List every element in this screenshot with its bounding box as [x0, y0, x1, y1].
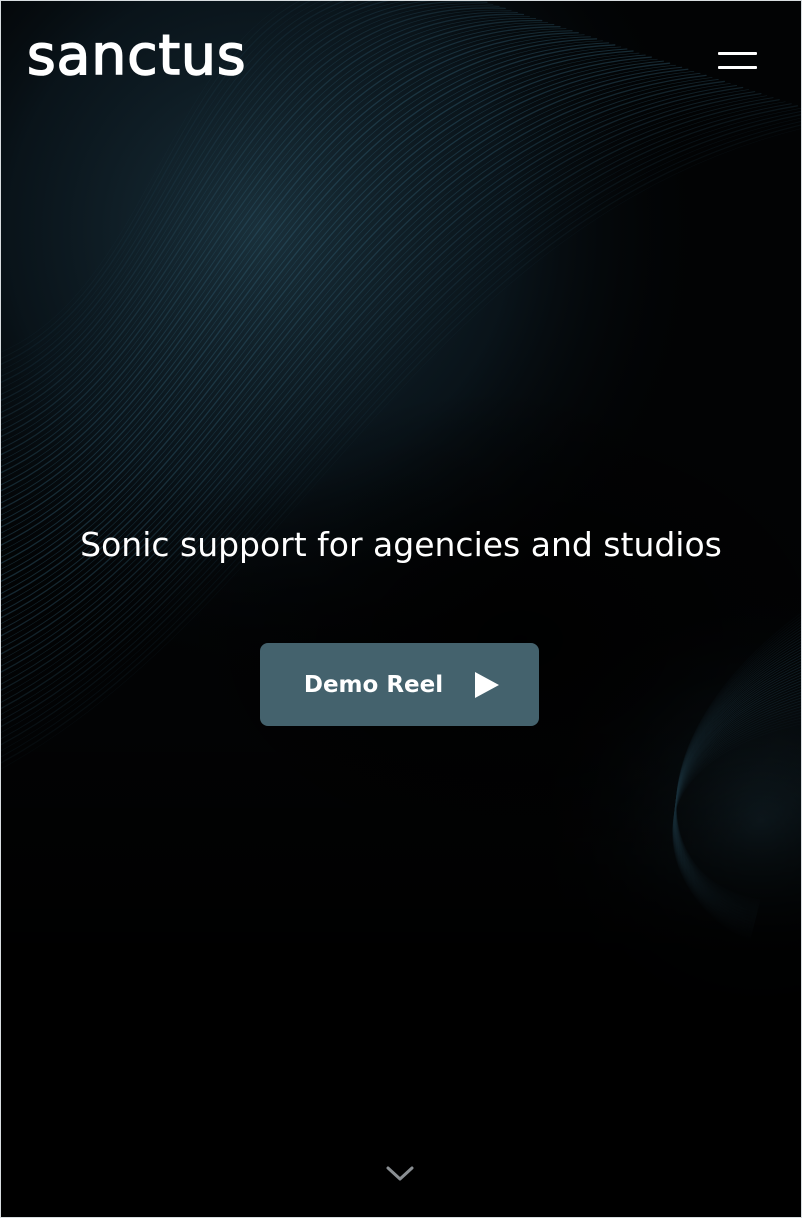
- sanctus-logo[interactable]: sanctus: [26, 20, 247, 90]
- demo-reel-button[interactable]: Demo Reel: [260, 643, 539, 726]
- chevron-down-icon[interactable]: [384, 1163, 416, 1185]
- hero-tagline: Sonic support for agencies and studios: [80, 525, 722, 564]
- background-shade: [0, 0, 802, 1218]
- landing-page: sanctus Sonic support for agencies and s…: [0, 0, 802, 1218]
- menu-line-top: [718, 52, 757, 55]
- play-icon: [475, 672, 500, 698]
- hamburger-menu-icon[interactable]: [712, 46, 762, 76]
- menu-line-bottom: [718, 66, 757, 69]
- demo-reel-label: Demo Reel: [303, 671, 444, 698]
